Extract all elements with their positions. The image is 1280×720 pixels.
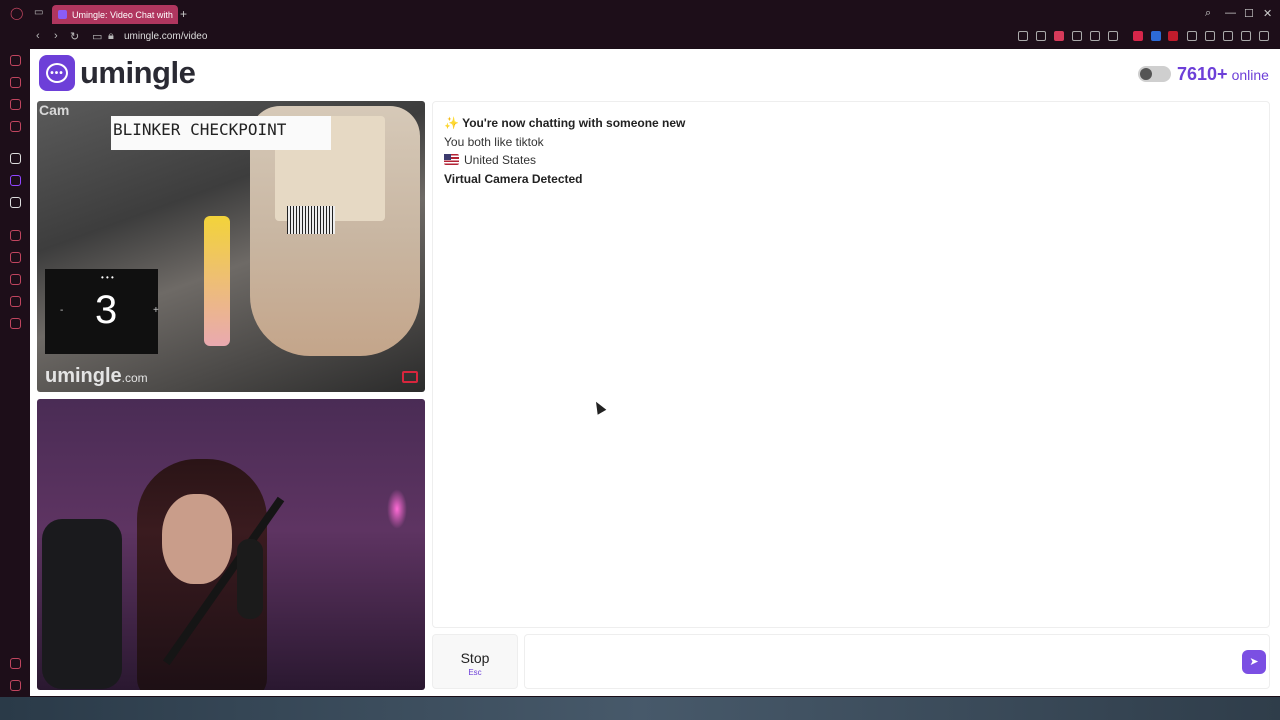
sparkles-icon: ✨ [444, 116, 459, 130]
minimize-icon[interactable]: — [1225, 7, 1236, 19]
forward-icon[interactable]: › [54, 30, 58, 42]
sidebar-x-icon[interactable] [10, 197, 21, 208]
translate-icon[interactable] [1072, 31, 1082, 41]
chat-message: United States [444, 151, 1258, 170]
sidebar-pin-icon[interactable] [10, 252, 21, 263]
video-counter: • • • - 3 + [45, 269, 159, 354]
watermark-text: umingle [45, 365, 122, 387]
plus-icon[interactable]: + [180, 7, 187, 21]
chat-message: Virtual Camera Detected [444, 171, 583, 186]
extension-rec-icon[interactable] [1168, 31, 1178, 41]
chat-log: ✨ You're now chatting with someone new Y… [432, 101, 1270, 628]
puzzle-icon[interactable] [1205, 31, 1215, 41]
counter-plus: + [153, 305, 159, 316]
video-small-bottle [204, 216, 230, 346]
camera-icon[interactable]: ▭ [92, 30, 102, 43]
sidebar-ai-icon[interactable] [10, 77, 21, 88]
download-icon[interactable] [1241, 31, 1251, 41]
tab-title: Umingle: Video Chat with [72, 9, 173, 20]
video-microphone [237, 539, 263, 619]
us-flag-icon [444, 154, 459, 165]
online-counter: 7610+ online [1177, 64, 1269, 85]
sidebar-messenger-icon[interactable] [10, 121, 21, 132]
theme-toggle[interactable] [1138, 66, 1171, 82]
umingle-favicon-icon [58, 10, 67, 19]
logo-text: umingle [80, 55, 196, 90]
toggle-knob [1140, 68, 1152, 80]
online-count: 7610+ [1177, 64, 1228, 84]
lock-icon: 🔒︎ [108, 30, 114, 42]
self-video [37, 399, 425, 690]
broadcast-icon[interactable] [1187, 31, 1197, 41]
extension-blue-icon[interactable] [1151, 31, 1161, 41]
search-icon[interactable]: ⌕ [1205, 7, 1211, 20]
counter-dots: • • • [101, 273, 114, 282]
sidebar-music-icon[interactable] [10, 99, 21, 110]
sidebar-twitch-icon[interactable] [10, 175, 21, 186]
tab-umingle[interactable]: Umingle: Video Chat with [52, 5, 178, 24]
stranger-video: Cam BLINKER CHECKPOINT • • • - 3 + uming… [37, 101, 425, 392]
close-icon[interactable]: ✕ [1263, 7, 1272, 20]
counter-minus: - [60, 305, 64, 316]
chat-bubble-logo-icon: ••• [39, 55, 75, 91]
video-watermark: umingle.com [45, 365, 148, 388]
play-icon[interactable] [1090, 31, 1100, 41]
tab-menu-icon[interactable]: ▭ [34, 7, 43, 18]
stop-button[interactable]: Stop Esc [432, 634, 518, 689]
chat-message-text: You're now chatting with someone new [462, 116, 686, 130]
counter-value: 3 [95, 288, 118, 332]
address-bar[interactable]: umingle.com/video [124, 31, 207, 42]
report-flag-icon[interactable] [402, 371, 418, 383]
stop-label: Stop [460, 650, 490, 666]
pin-icon[interactable] [1018, 31, 1028, 41]
umingle-logo[interactable]: ••• umingle [39, 55, 196, 91]
sidebar-speed-dial-icon[interactable] [10, 55, 21, 66]
video-overlay-text: BLINKER CHECKPOINT [111, 116, 331, 150]
chat-message-text: United States [464, 153, 537, 167]
chat-message: You both like tiktok [444, 134, 544, 149]
reload-icon[interactable]: ↻ [70, 30, 79, 43]
sidebar-app-icon[interactable] [10, 153, 21, 164]
sidebar-player-icon[interactable] [10, 230, 21, 241]
maximize-icon[interactable]: ☐ [1244, 7, 1254, 20]
profile-icon[interactable] [1223, 31, 1233, 41]
menu-icon[interactable] [1259, 31, 1269, 41]
browser-nav-bar: ‹ › ↻ ▭ 🔒︎ umingle.com/video [0, 28, 1280, 48]
browser-tab-bar: ◯ ▭ Umingle: Video Chat with + ⌕ — ☐ ✕ [0, 0, 1280, 28]
heart-icon[interactable] [1108, 31, 1118, 41]
sidebar-settings-icon[interactable] [10, 318, 21, 329]
online-label: online [1231, 67, 1269, 83]
cam-label: Cam [39, 102, 70, 118]
pocket-icon[interactable] [1054, 31, 1064, 41]
sidebar-history-icon[interactable] [10, 274, 21, 285]
video-barcode [287, 206, 335, 234]
watermark-suffix: .com [121, 371, 148, 385]
back-icon[interactable]: ‹ [36, 30, 40, 42]
snapshot-icon[interactable] [1036, 31, 1046, 41]
desktop-taskbar-strip [0, 697, 1280, 720]
message-input[interactable] [524, 634, 1270, 689]
sidebar-extensions-icon[interactable] [10, 296, 21, 307]
sidebar-more-icon[interactable] [10, 680, 21, 691]
video-face [162, 494, 232, 584]
chat-message: ✨ You're now chatting with someone new [444, 114, 1258, 133]
send-icon[interactable]: ➤ [1242, 650, 1266, 674]
video-gaming-chair [42, 519, 122, 689]
sidebar-gx-icon[interactable] [10, 658, 21, 669]
browser-sidebar [0, 48, 30, 698]
extension-red-icon[interactable] [1133, 31, 1143, 41]
stop-shortcut: Esc [468, 668, 482, 677]
umingle-page: ••• umingle 7610+ online Cam BLINKER CHE… [30, 49, 1280, 696]
opera-logo-icon[interactable]: ◯ [10, 6, 23, 20]
video-light-glow [387, 489, 407, 529]
